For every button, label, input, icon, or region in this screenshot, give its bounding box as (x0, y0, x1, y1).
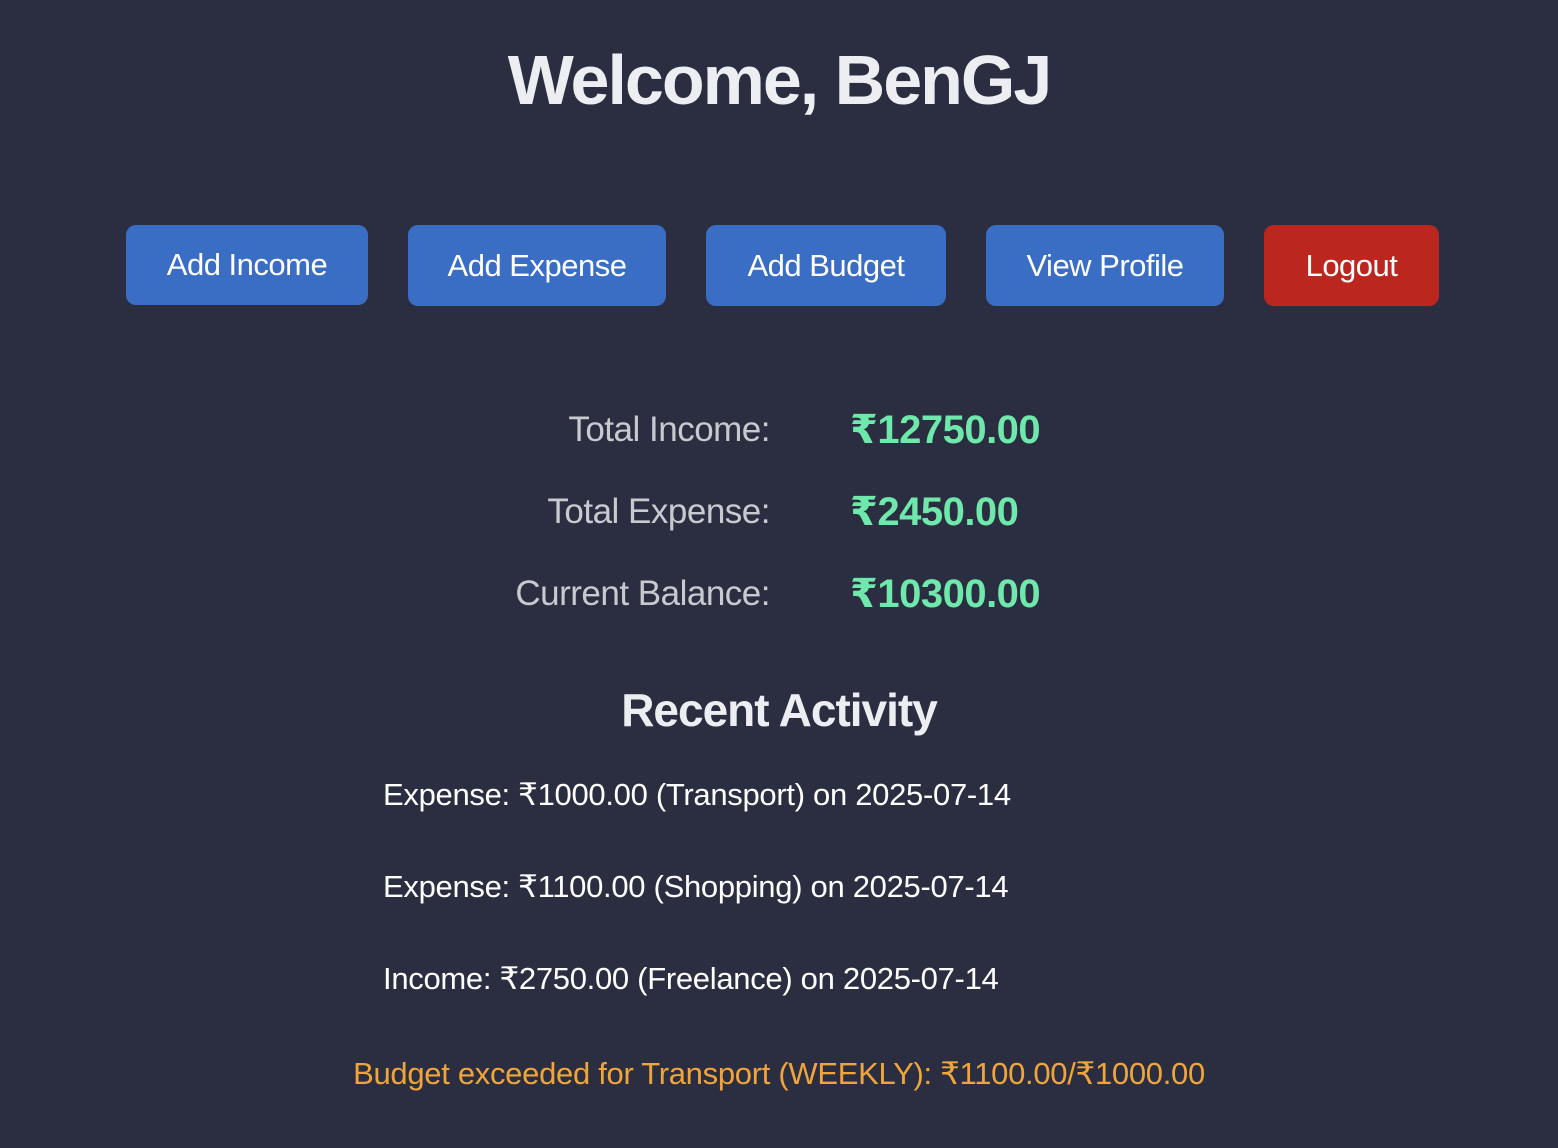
total-income-label: Total Income: (568, 410, 770, 449)
add-budget-button[interactable]: Add Budget (706, 225, 946, 306)
current-balance-value: ₹10300.00 (850, 572, 1041, 616)
list-item: Expense: ₹1000.00 (Transport) on 2025-07… (383, 777, 1011, 812)
current-balance-label: Current Balance: (515, 574, 770, 613)
add-expense-button[interactable]: Add Expense (408, 225, 666, 306)
budget-exceeded-alert: Budget exceeded for Transport (WEEKLY): … (353, 1056, 1205, 1091)
add-income-button[interactable]: Add Income (126, 225, 368, 305)
total-expense-value: ₹2450.00 (850, 490, 1019, 534)
list-item: Income: ₹2750.00 (Freelance) on 2025-07-… (383, 961, 999, 996)
dashboard-page: Welcome, BenGJ Add Income Add Expense Ad… (0, 0, 1558, 1148)
list-item: Expense: ₹1100.00 (Shopping) on 2025-07-… (383, 869, 1009, 904)
logout-button[interactable]: Logout (1264, 225, 1439, 306)
total-expense-label: Total Expense: (547, 492, 770, 531)
total-income-value: ₹12750.00 (850, 408, 1041, 452)
page-title: Welcome, BenGJ (507, 41, 1053, 119)
view-profile-button[interactable]: View Profile (986, 225, 1224, 306)
recent-activity-heading: Recent Activity (621, 684, 938, 736)
